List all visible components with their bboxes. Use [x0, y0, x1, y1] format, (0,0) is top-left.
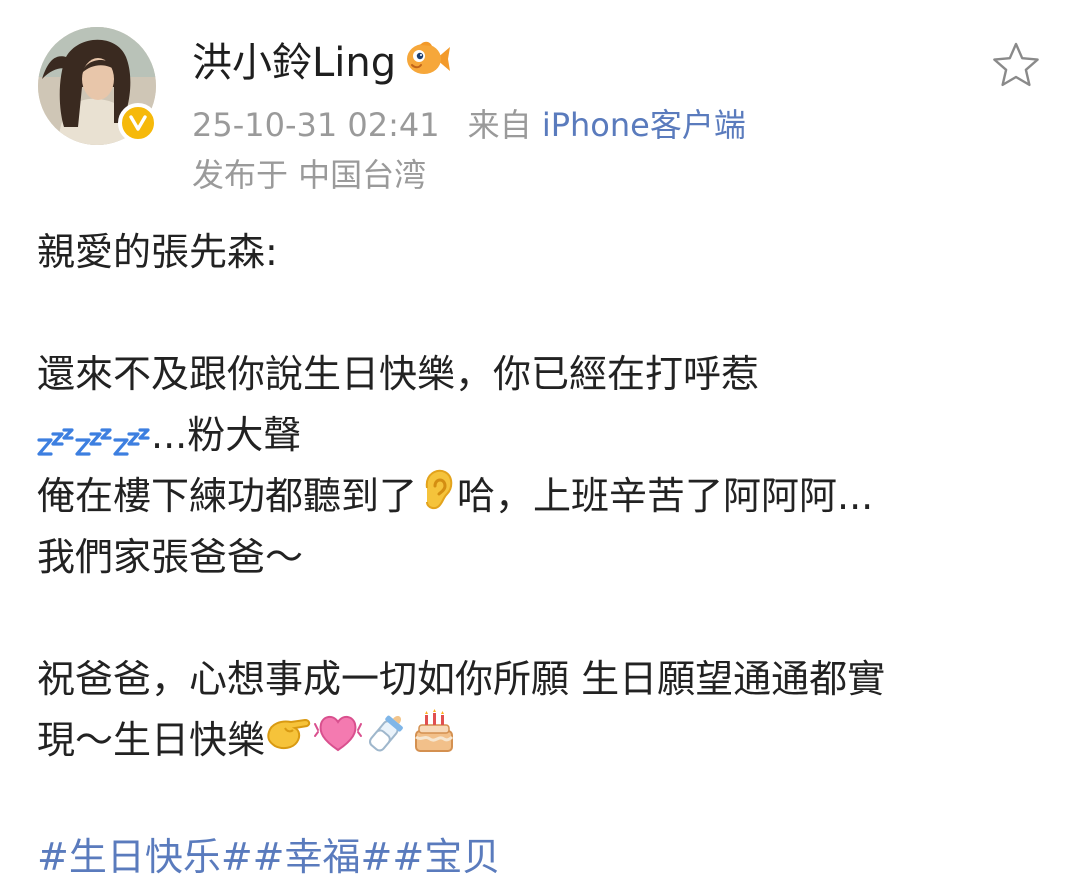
post-line-emojis: 現～生日快樂	[37, 708, 1067, 774]
username[interactable]: 洪小鈴Ling	[192, 30, 396, 88]
post-line-suffix: ...粉大聲	[151, 413, 302, 457]
post-location: 发布于 中国台湾	[192, 156, 427, 194]
fish-icon	[406, 39, 452, 79]
post-line-part: 俺在樓下練功都聽到了	[37, 474, 418, 518]
ear-icon	[417, 466, 457, 528]
post-line-part: 現～生日快樂	[37, 718, 266, 762]
source-prefix: 来自	[467, 106, 532, 144]
timestamp: 25-10-31 02:41	[192, 106, 440, 144]
username-row: 洪小鈴Ling	[192, 30, 452, 88]
post-line-part: 哈，上班辛苦了阿阿阿...	[457, 474, 874, 518]
zzz-icon	[37, 417, 75, 456]
star-icon	[990, 42, 1042, 94]
post-content: 親愛的張先森: 還來不及跟你說生日快樂，你已經在打呼惹 ...粉大聲 俺在樓下練…	[37, 222, 1067, 771]
post-line: 我們家張爸爸～	[37, 535, 304, 579]
hashtags[interactable]: #生日快乐##幸福##宝贝	[37, 826, 500, 881]
post-line: 還來不及跟你說生日快樂，你已經在打呼惹	[37, 352, 760, 396]
vibrating-heart-icon	[313, 710, 363, 772]
avatar[interactable]	[38, 27, 158, 145]
birthday-cake-icon	[411, 708, 457, 773]
post-line: 祝爸爸，心想事成一切如你所願 生日願望通通都實	[37, 657, 886, 701]
post-line-ear: 俺在樓下練功都聽到了 哈，上班辛苦了阿阿阿...	[37, 466, 1067, 527]
post-header: 洪小鈴Ling 25-10-31 02:41 来自 iPhone客户端 发布于 中…	[0, 0, 1078, 200]
verified-icon	[118, 103, 158, 143]
source-link[interactable]: iPhone客户端	[542, 106, 746, 144]
zzz-icon	[75, 417, 113, 456]
post-greeting: 親愛的張先森:	[37, 230, 278, 274]
pinching-hand-icon	[265, 710, 313, 772]
post-meta: 25-10-31 02:41 来自 iPhone客户端	[192, 100, 746, 146]
baby-bottle-icon	[363, 708, 411, 774]
favorite-button[interactable]	[990, 40, 1042, 90]
zzz-icon	[113, 417, 151, 456]
post-line-zzz: ...粉大聲	[37, 405, 1067, 466]
